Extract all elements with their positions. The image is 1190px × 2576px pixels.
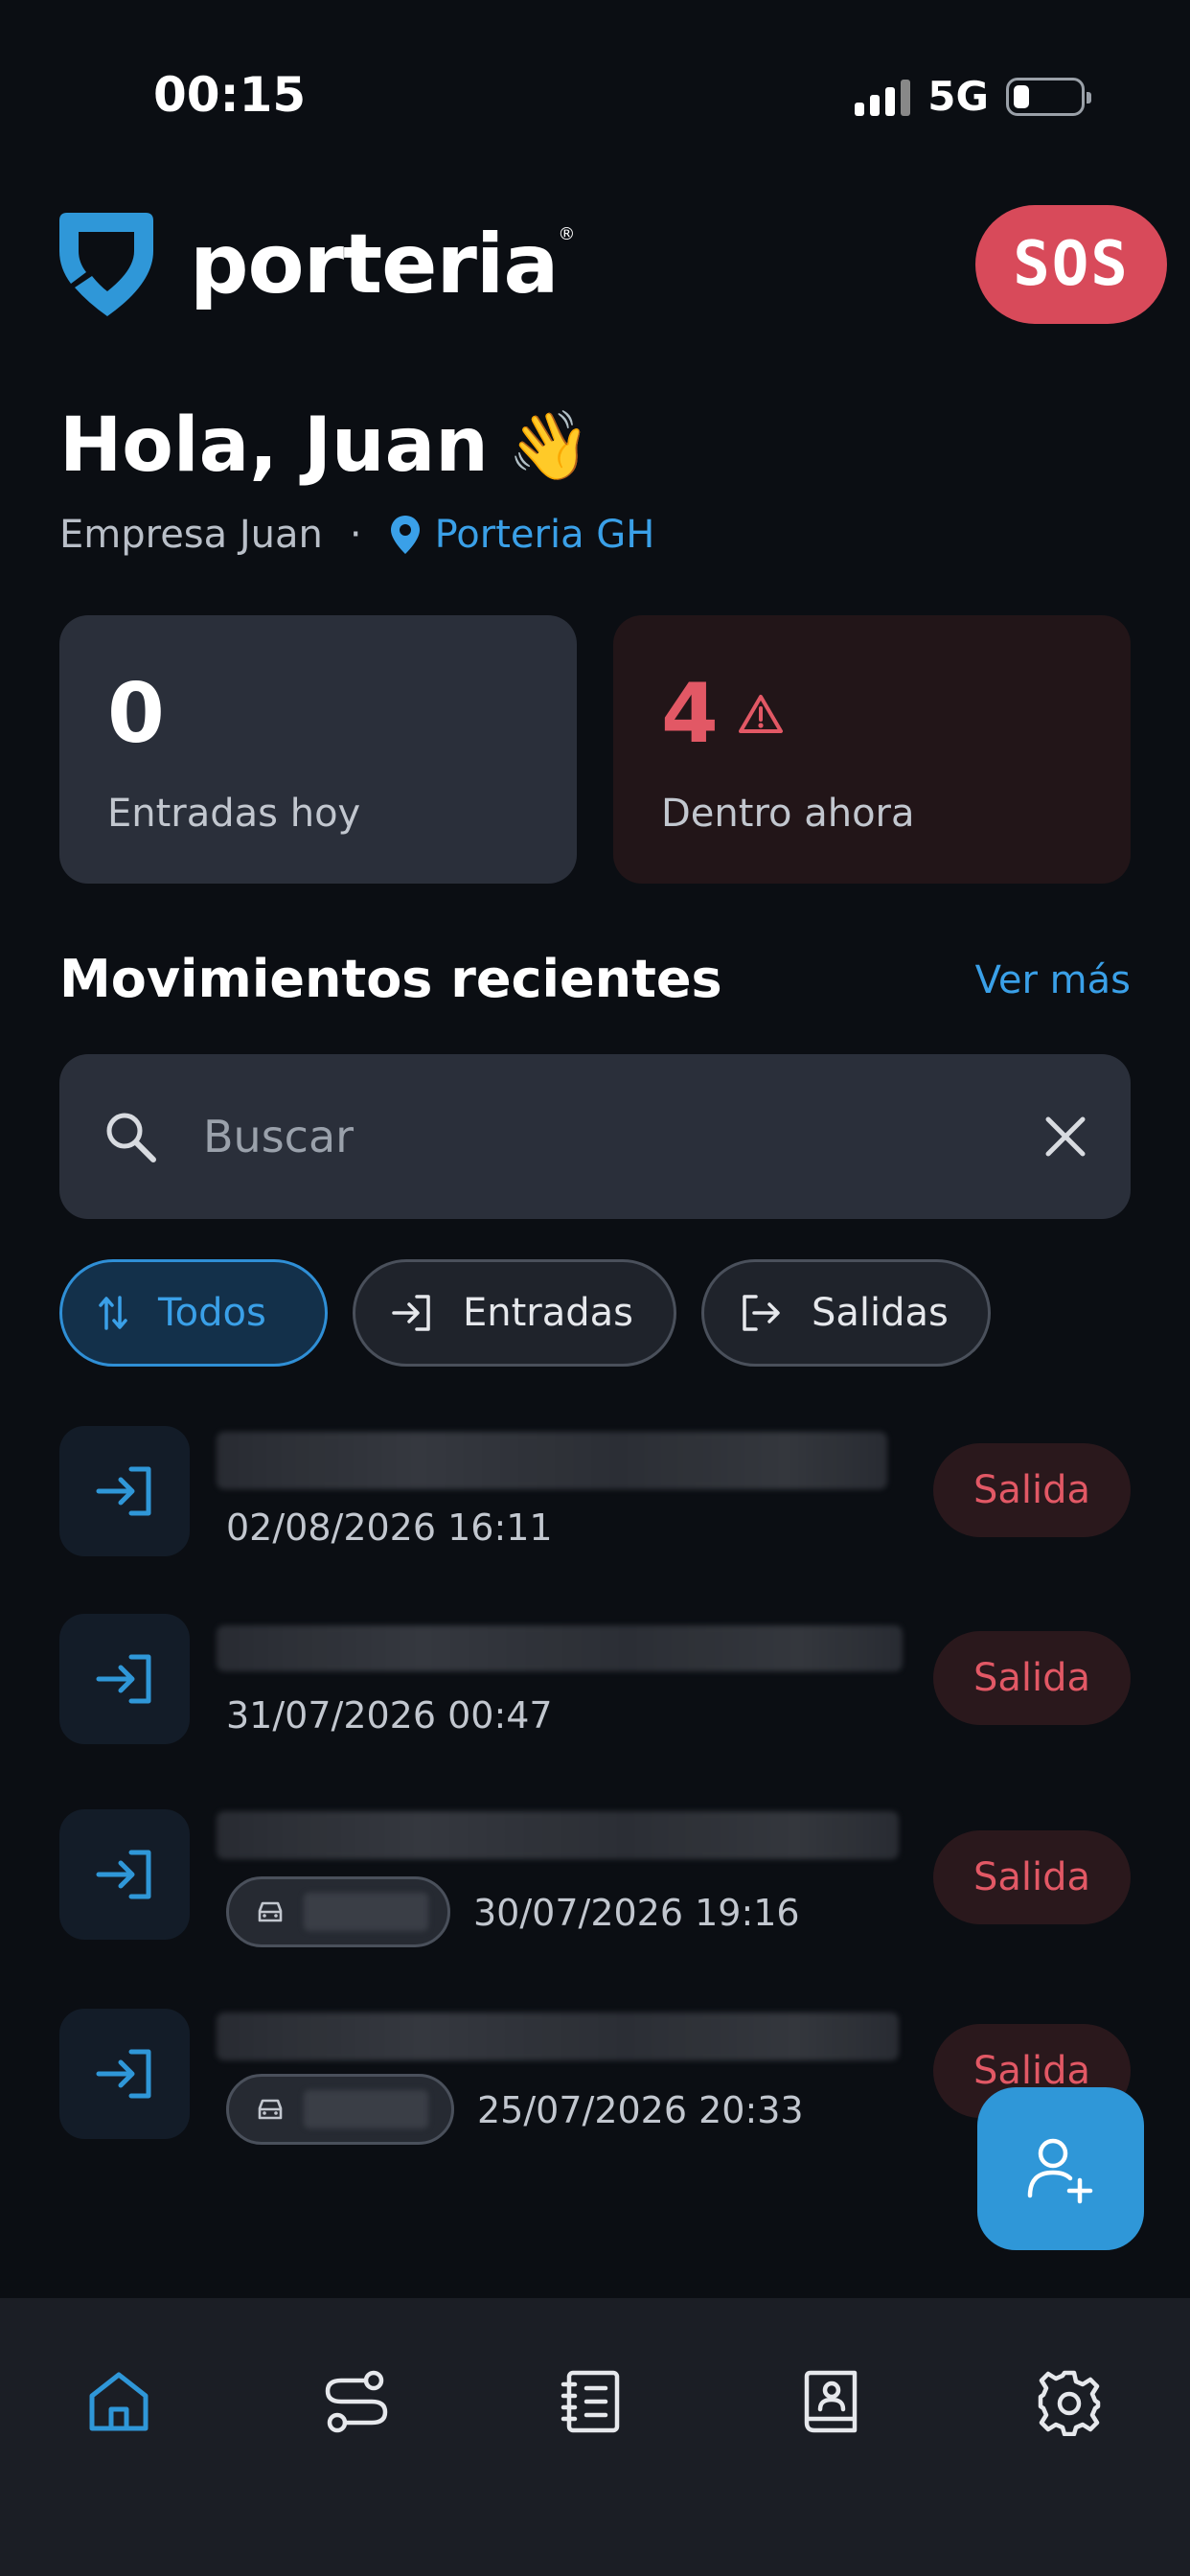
home-icon [89,2372,149,2431]
alert-triangle-icon [738,695,783,733]
status-badge: Salida [933,1830,1131,1924]
company-location-line: Empresa Juan · Porteria GH [59,513,654,557]
stat-card-entries-today[interactable]: 0 Entradas hoy [59,615,577,884]
location-link[interactable]: Porteria GH [389,513,655,557]
car-icon [258,1901,283,1922]
login-icon [96,1654,151,1704]
login-icon [392,1295,430,1331]
stat-label: Entradas hoy [107,792,361,836]
status-bar: 00:15 5G [0,0,1190,192]
greeting: Hola, Juan 👋 [59,402,591,489]
redacted-name [217,2012,899,2060]
contacts-book-icon [804,2370,858,2433]
location-name: Porteria GH [434,513,655,557]
login-icon [96,1466,151,1516]
filter-chip-label: Entradas [463,1291,634,1335]
brand-logo: porteria® [50,209,575,320]
search-box[interactable] [59,1054,1131,1219]
status-time: 00:15 [153,67,307,123]
entry-direction-badge [59,1809,190,1940]
battery-icon [1006,77,1091,116]
stat-value: 4 [661,666,719,762]
entry-direction-badge [59,2009,190,2139]
list-item[interactable]: 30/07/2026 19:16 Salida [59,1809,1131,1947]
status-badge: Salida [933,1631,1131,1725]
redacted-name [217,1432,887,1489]
porteria-shield-icon [59,213,153,316]
user-plus-icon [1027,2138,1093,2204]
see-more-link[interactable]: Ver más [975,958,1131,1002]
filter-chip-entries[interactable]: Entradas [353,1259,676,1367]
section-title: Movimientos recientes [59,949,722,1009]
list-item[interactable]: 25/07/2026 20:33 Salida [59,2009,1131,2145]
redacted-plate [304,1893,428,1931]
stat-value-row: 4 [661,673,1083,755]
settings-gear-icon [1038,2370,1101,2436]
status-icons: 5G [855,73,1091,120]
vehicle-chip [226,1876,450,1947]
item-date: 30/07/2026 19:16 [473,1892,800,1934]
separator: · [349,513,362,557]
car-icon [258,2099,283,2120]
nav-home[interactable] [71,2354,167,2450]
login-icon [96,1850,151,1899]
search-icon [106,1113,156,1162]
login-icon [96,2049,151,2099]
stat-label: Dentro ahora [661,792,915,836]
entry-direction-badge [59,1614,190,1744]
location-pin-icon [390,516,420,554]
nav-logbook[interactable] [544,2354,640,2450]
notebook-icon [561,2370,620,2433]
nav-routes[interactable] [309,2354,404,2450]
item-date: 31/07/2026 00:47 [226,1694,553,1736]
nav-contacts[interactable] [784,2354,880,2450]
clear-icon[interactable] [1042,1114,1088,1160]
logout-icon [743,1295,780,1331]
redacted-name [217,1625,903,1671]
filter-chip-label: Salidas [812,1291,949,1335]
filter-chip-label: Todos [158,1291,266,1335]
waving-hand-emoji: 👋 [507,405,591,485]
cellular-signal-icon [855,78,911,116]
item-date: 25/07/2026 20:33 [477,2089,804,2131]
greeting-text: Hola, Juan [59,402,489,489]
list-item[interactable]: 02/08/2026 16:11 Salida [59,1426,1131,1560]
stat-value: 0 [107,666,165,762]
bottom-navigation [0,2298,1190,2576]
sort-arrows-icon [99,1296,127,1330]
filter-chip-all[interactable]: Todos [59,1259,328,1367]
company-name: Empresa Juan [59,513,323,557]
vehicle-chip [226,2074,454,2145]
filter-chip-exits[interactable]: Salidas [701,1259,991,1367]
route-icon [325,2370,388,2433]
status-badge: Salida [933,1443,1131,1537]
stat-card-inside-now[interactable]: 4 Dentro ahora [613,615,1131,884]
entry-direction-badge [59,1426,190,1556]
network-type: 5G [927,73,989,120]
nav-settings[interactable] [1021,2354,1117,2450]
brand-name: porteria® [190,217,575,312]
redacted-plate [304,2090,428,2128]
item-date: 02/08/2026 16:11 [226,1506,553,1549]
search-input[interactable] [203,1111,1042,1162]
list-item[interactable]: 31/07/2026 00:47 Salida [59,1614,1131,1748]
add-visitor-button[interactable] [977,2087,1144,2250]
sos-button[interactable]: SOS [975,205,1167,324]
redacted-name [217,1811,899,1859]
